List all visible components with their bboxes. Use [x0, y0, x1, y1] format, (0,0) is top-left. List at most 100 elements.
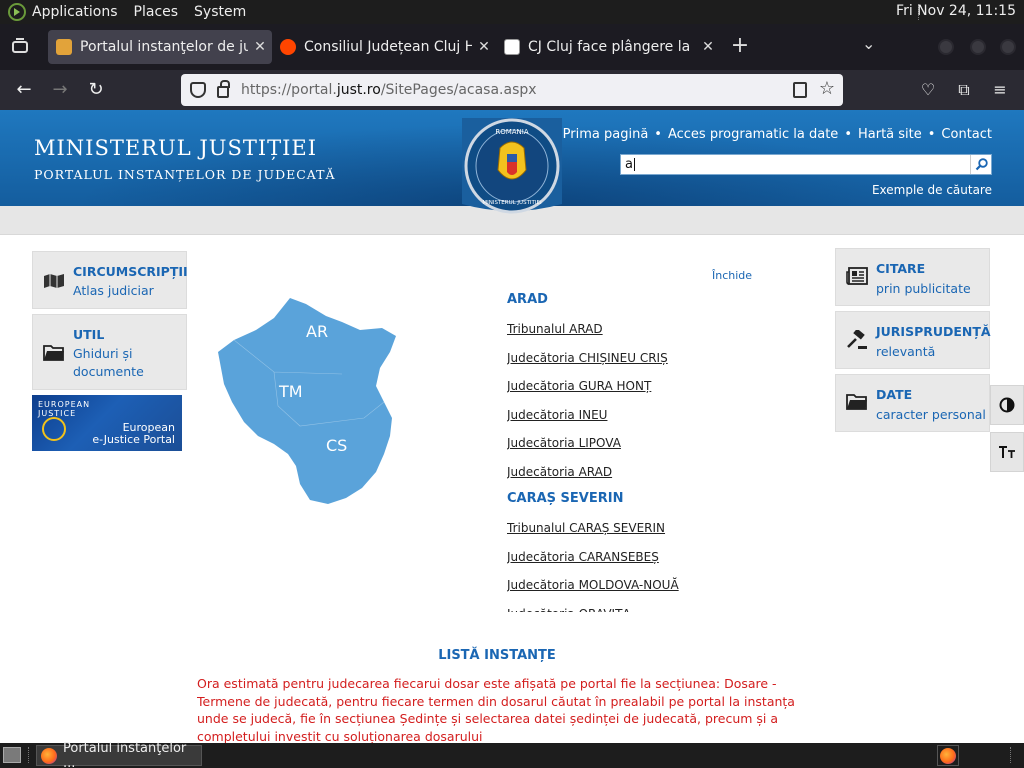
ejustice-logo: EUROPEAN JUSTICE — [38, 400, 91, 418]
svg-text:ROMANIA: ROMANIA — [495, 128, 529, 136]
screen: Applications Places System Fri Nov 24, 1… — [0, 0, 1024, 768]
map-label-cs[interactable]: CS — [326, 436, 347, 455]
bookmark-star-icon[interactable]: ☆ — [819, 78, 835, 99]
url-text[interactable]: https://portal.just.ro/SitePages/acasa.a… — [241, 82, 537, 98]
tab-close-icon[interactable]: ✕ — [472, 39, 496, 55]
tile-subtitle: caracter personal — [876, 407, 986, 422]
link-sitemap[interactable]: Hartă site — [858, 127, 922, 142]
contrast-toggle-button[interactable] — [990, 385, 1024, 425]
ejustice-text: European e-Justice Portal — [92, 421, 175, 446]
tile-subtitle-line1: Ghiduri și — [73, 346, 133, 361]
court-list: ARAD Tribunalul ARAD Judecătoria CHIȘINE… — [507, 290, 737, 612]
close-list-link[interactable]: Închide — [712, 269, 752, 282]
link-home[interactable]: Prima pagină — [563, 127, 649, 142]
new-tab-icon[interactable]: + — [728, 32, 752, 62]
reddit-favicon-icon — [280, 39, 296, 55]
tab-close-icon[interactable]: ✕ — [696, 39, 720, 55]
app-menu-icon[interactable]: ≡ — [990, 80, 1010, 100]
tile-util[interactable]: UTIL Ghiduri și documente — [32, 314, 187, 390]
county-heading: ARAD — [507, 292, 548, 307]
folder-icon — [846, 394, 867, 410]
pocket-icon[interactable]: ♡ — [918, 80, 938, 100]
link-api[interactable]: Acces programatic la date — [668, 127, 838, 142]
ministry-seal-logo[interactable]: ROMANIA MINISTERUL JUSTITIEI — [462, 118, 562, 214]
map-label-tm[interactable]: TM — [279, 382, 303, 401]
close-window-button[interactable] — [1000, 39, 1016, 55]
court-link[interactable]: Tribunalul ARAD — [507, 318, 737, 347]
reader-view-icon[interactable] — [793, 82, 807, 98]
search-examples-link[interactable]: Exemple de căutare — [872, 183, 992, 197]
map-icon — [44, 274, 64, 288]
link-contact[interactable]: Contact — [941, 127, 992, 142]
court-link[interactable]: Judecătoria ARAD — [507, 461, 737, 490]
tracking-protection-icon[interactable] — [190, 82, 206, 98]
site-search: a — [620, 154, 992, 175]
tab-reddit[interactable]: Consiliul Județean Cluj Hacked ✕ — [272, 30, 496, 64]
tile-date[interactable]: DATE caracter personal — [835, 374, 990, 432]
lock-icon[interactable] — [217, 80, 230, 98]
bottom-taskbar: Portalul instanţelor ... — [0, 741, 1024, 768]
site-title[interactable]: MINISTERUL JUSTIȚIEI — [34, 136, 317, 160]
tile-subtitle: prin publicitate — [876, 281, 971, 296]
tile-title: UTIL — [73, 327, 105, 342]
tab-close-icon[interactable]: ✕ — [248, 39, 272, 55]
tray-firefox-icon[interactable] — [937, 745, 959, 766]
applications-menu[interactable]: Applications — [32, 4, 118, 20]
tile-subtitle: relevantă — [876, 344, 936, 359]
court-link[interactable]: Judecătoria GURA HONȚ — [507, 375, 737, 404]
tile-jurisprudenta[interactable]: JURISPRUDENȚĂ relevantă — [835, 311, 991, 369]
top-links: Prima pagină • Acces programatic la date… — [562, 127, 992, 142]
tile-subtitle: Atlas judiciar — [73, 283, 154, 298]
court-link[interactable]: Judecătoria ORAVIȚA — [507, 603, 737, 613]
firefox-icon — [41, 747, 57, 764]
court-link[interactable]: Judecătoria INEU — [507, 404, 737, 433]
panel-clock[interactable]: Fri Nov 24, 11:15 — [896, 3, 1016, 19]
tile-title: DATE — [876, 387, 913, 402]
folder-icon — [43, 345, 64, 361]
court-link[interactable]: Tribunalul CARAȘ SEVERIN — [507, 517, 737, 546]
reload-icon[interactable]: ↻ — [82, 76, 110, 104]
tile-circumscriptii[interactable]: CIRCUMSCRIPȚII Atlas judiciar — [32, 251, 188, 309]
tab-title: Portalul instanţelor de judecată — [80, 39, 248, 55]
minimize-window-button[interactable] — [938, 39, 954, 55]
url-bar[interactable]: https://portal.just.ro/SitePages/acasa.a… — [181, 74, 843, 106]
taskbar-window-title: Portalul instanţelor ... — [63, 740, 187, 768]
map-label-ar[interactable]: AR — [306, 322, 328, 341]
forward-icon[interactable]: → — [46, 76, 74, 104]
tab-title: Consiliul Județean Cluj Hacked — [304, 39, 472, 55]
justice-scale-icon — [42, 417, 66, 441]
court-link[interactable]: Judecătoria MOLDOVA-NOUĂ — [507, 574, 737, 603]
court-link[interactable]: Judecătoria CARANSEBEȘ — [507, 546, 737, 575]
court-link[interactable]: Judecătoria CHIȘINEU CRIȘ — [507, 347, 737, 376]
show-desktop-icon[interactable] — [3, 747, 21, 763]
tile-title: CIRCUMSCRIPȚII — [73, 264, 188, 279]
tile-subtitle-line2: documente — [73, 364, 144, 379]
court-link[interactable]: Judecătoria LIPOVA — [507, 432, 737, 461]
list-all-tabs-icon[interactable]: ⌄ — [862, 34, 875, 53]
tab-strip: Portalul instanţelor de judecată ✕ Consi… — [0, 24, 1024, 70]
court-list-title[interactable]: LISTĂ INSTANȚE — [0, 648, 994, 663]
taskbar-firefox-window[interactable]: Portalul instanţelor ... — [36, 741, 202, 768]
text-size-button[interactable] — [990, 432, 1024, 472]
portal-favicon-icon — [56, 39, 72, 55]
system-menu[interactable]: System — [194, 4, 246, 20]
firefox-view-icon[interactable] — [0, 24, 40, 70]
applications-menu-icon[interactable] — [8, 3, 26, 21]
search-button[interactable] — [970, 155, 991, 174]
back-icon[interactable]: ← — [10, 76, 38, 104]
search-icon — [975, 158, 988, 171]
svg-text:MINISTERUL JUSTITIEI: MINISTERUL JUSTITIEI — [482, 200, 542, 206]
tab-portal[interactable]: Portalul instanţelor de judecată ✕ — [48, 30, 272, 64]
maximize-window-button[interactable] — [970, 39, 986, 55]
search-input[interactable]: a — [621, 157, 970, 172]
tile-title: JURISPRUDENȚĂ — [876, 324, 991, 339]
extensions-icon[interactable]: ⧉ — [954, 80, 974, 100]
text-size-icon — [999, 446, 1015, 458]
article-favicon-icon — [504, 39, 520, 55]
tile-title: CITARE — [876, 261, 926, 276]
tab-article[interactable]: CJ Cluj face plângere la DIICOT ✕ — [496, 30, 720, 64]
tile-citare[interactable]: CITARE prin publicitate — [835, 248, 990, 306]
places-menu[interactable]: Places — [134, 4, 179, 20]
ejustice-banner[interactable]: EUROPEAN JUSTICE European e-Justice Portal — [32, 395, 182, 451]
site-subtitle[interactable]: PORTALUL INSTANȚELOR DE JUDECATĂ — [34, 167, 336, 182]
